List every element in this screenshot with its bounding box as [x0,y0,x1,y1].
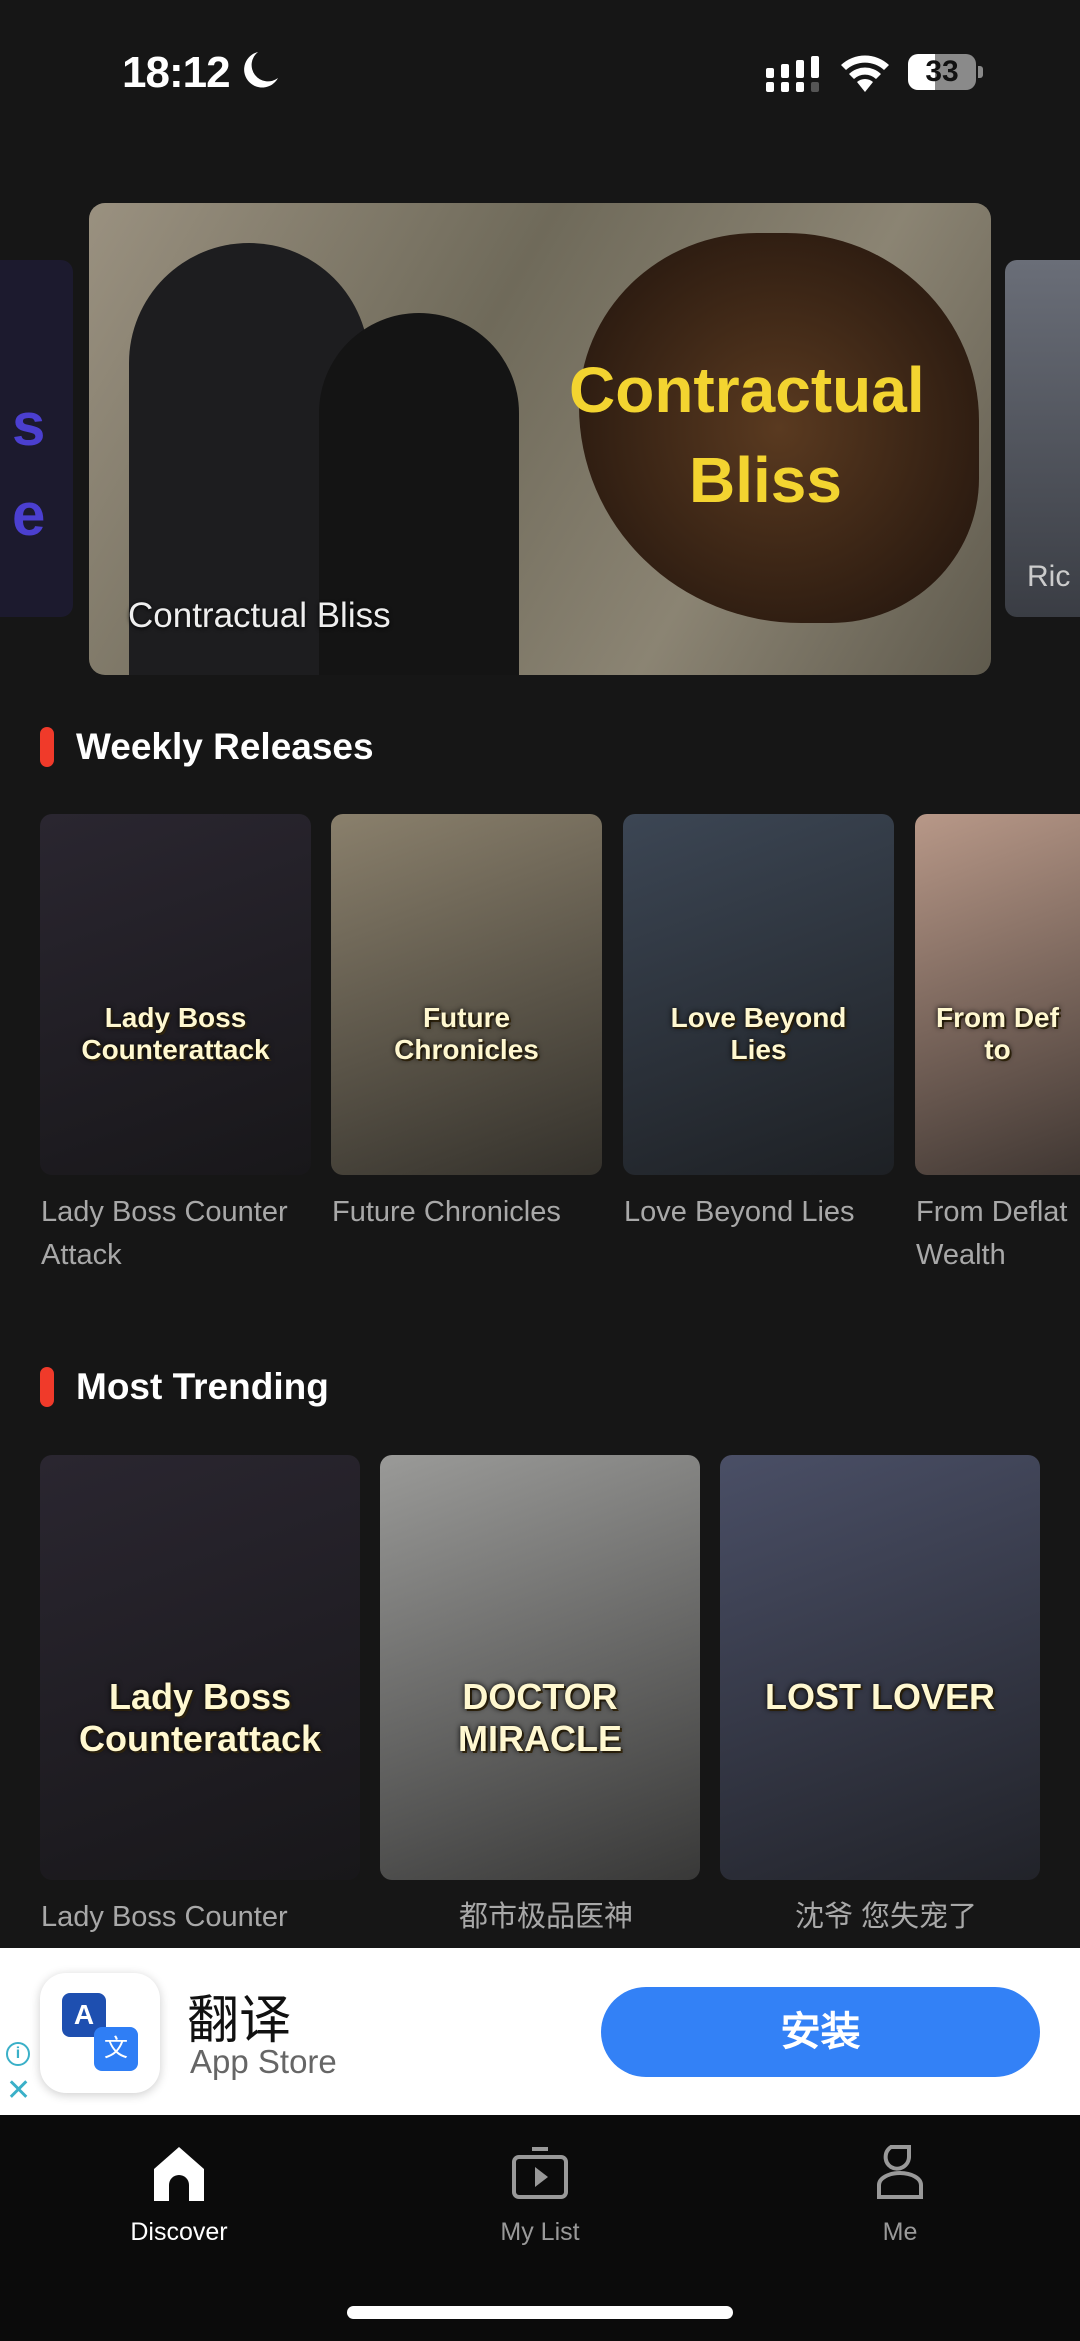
banner-title: Contractual Bliss [128,596,391,635]
poster-logo-bg [579,233,979,623]
poster-card[interactable]: From Def to [915,814,1080,1175]
featured-banner[interactable]: Contractual Bliss Contractual Bliss [89,203,991,675]
poster-caption[interactable]: Future Chronicles [332,1191,613,1234]
section-title: Weekly Releases [76,726,374,767]
poster-caption[interactable]: Lady Boss Counter [41,1896,371,1939]
section-accent-bar [40,727,54,767]
poster-card[interactable]: Future Chronicles [331,814,602,1175]
poster-title-art: Lady Boss Counterattack [78,1676,322,1759]
poster-caption[interactable]: 都市极品医神 [381,1896,711,1939]
tab-my-list[interactable]: My List [440,2145,640,2247]
icon-letter: 文 [94,2027,138,2071]
carousel-next-card[interactable]: Ric [1005,260,1080,617]
section-title: Most Trending [76,1366,329,1407]
poster-caption[interactable]: 沈爷 您失宠了 [721,1896,1051,1939]
poster-title-art: Future Chronicles [394,1001,539,1065]
poster-title-art: From Def to [936,1001,1059,1065]
section-accent-bar [40,1367,54,1407]
tab-label: My List [500,2218,580,2246]
poster-caption[interactable]: Love Beyond Lies [624,1191,905,1234]
poster-logo-text: Bliss [689,444,842,516]
battery-indicator: 33 [908,54,976,90]
poster-card[interactable]: Lady Boss Counterattack [40,1455,360,1880]
poster-card[interactable]: DOCTOR MIRACLE [380,1455,700,1880]
person-icon [877,2145,923,2199]
tab-discover[interactable]: Discover [79,2145,279,2247]
wifi-icon [841,55,889,92]
poster-title-art: DOCTOR MIRACLE [458,1676,622,1759]
home-indicator[interactable] [347,2306,733,2319]
status-time: 18:12 [122,48,231,97]
carousel-prev-card[interactable]: s e [0,260,73,617]
ad-app-name: 翻译 [187,1992,292,2050]
moon-icon [244,52,278,88]
poster-card[interactable]: Love Beyond Lies [623,814,894,1175]
signal-icon [766,56,819,92]
poster-card[interactable]: Lady Boss Counterattack [40,814,311,1175]
ad-info-icon[interactable]: i [6,2042,30,2066]
tab-label: Discover [130,2218,228,2246]
peek-text: s e [12,391,46,548]
translate-app-icon[interactable]: A文 [40,1973,160,2093]
poster-logo-text: Contractual [569,354,925,426]
battery-tip [978,66,983,78]
ad-source: App Store [190,2043,337,2080]
section-header-trending: Most Trending [40,1366,329,1408]
tab-me[interactable]: Me [800,2145,1000,2247]
install-button[interactable]: 安装 [601,1987,1040,2077]
poster-title-art: Love Beyond Lies [670,1001,847,1065]
poster-title-art: LOST LOVER [764,1676,995,1717]
poster-caption[interactable]: From Deflat Wealth [916,1191,1080,1277]
poster-caption[interactable]: Lady Boss Counter Attack [41,1191,322,1277]
tab-label: Me [882,2218,918,2246]
poster-title-art: Lady Boss Counterattack [81,1001,270,1065]
poster-card[interactable]: LOST LOVER [720,1455,1040,1880]
home-icon [154,2147,204,2201]
ad-close-icon[interactable]: ✕ [6,2076,31,2106]
peek-text: Ric [1027,560,1071,593]
section-header-weekly: Weekly Releases [40,726,374,768]
play-list-icon [512,2147,568,2199]
